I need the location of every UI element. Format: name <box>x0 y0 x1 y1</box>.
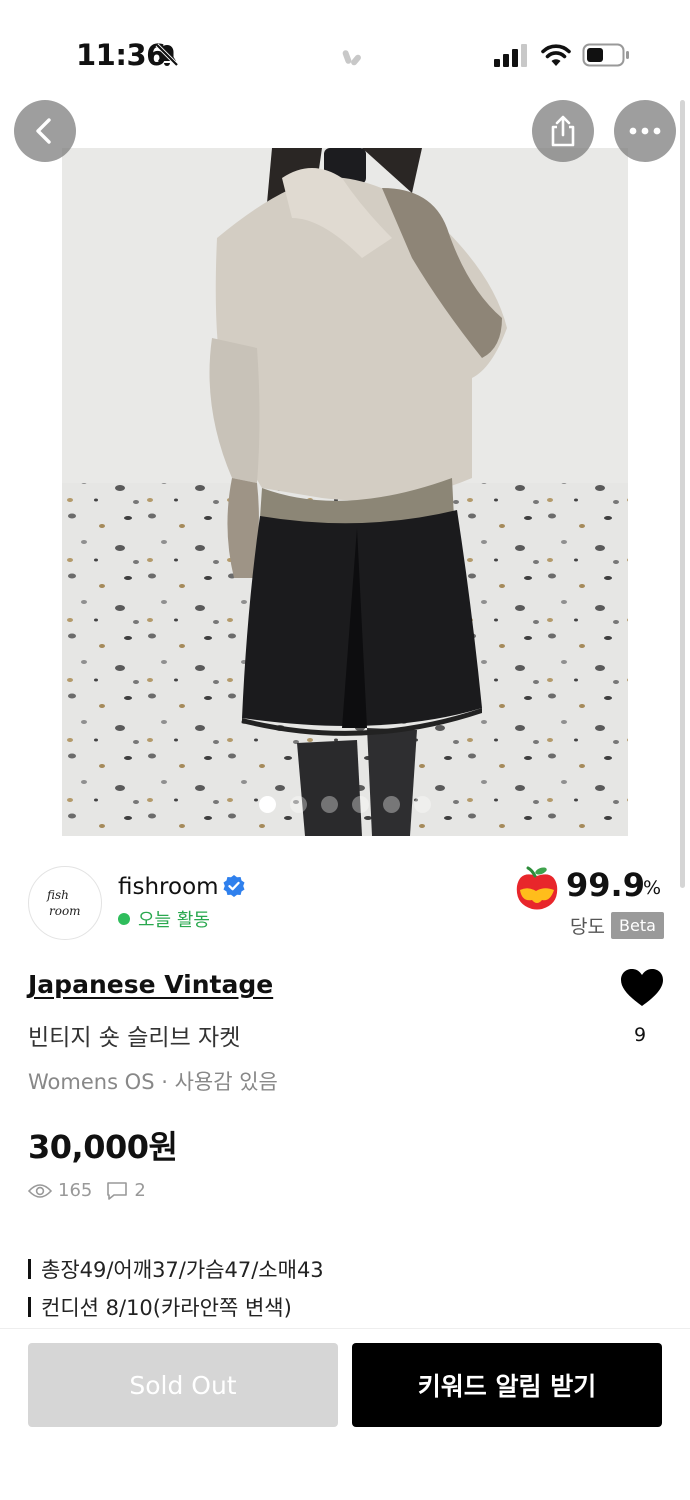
like-count: 9 <box>634 1024 647 1046</box>
gallery-pagination <box>259 796 431 813</box>
seller-avatar[interactable]: fish room <box>28 866 102 940</box>
comment-count: 2 <box>134 1180 146 1201</box>
svg-text:room: room <box>49 904 81 918</box>
status-time: 11:36 <box>76 38 166 72</box>
product-description: 총장49/어깨37/가슴47/소매43 컨디션 8/10(카라안쪽 변색) <box>28 1250 324 1326</box>
comment-icon <box>107 1181 128 1200</box>
sweetness-fruit-icon <box>516 866 558 910</box>
app-indicator-icon <box>342 50 361 66</box>
page-dot[interactable] <box>383 796 400 813</box>
back-button[interactable] <box>14 100 76 162</box>
bullet-bar <box>28 1259 31 1279</box>
bullet-bar <box>28 1297 31 1317</box>
chevron-left-icon <box>36 118 51 144</box>
sweetness-label: 당도 <box>570 916 605 938</box>
sold-out-button[interactable]: Sold Out <box>28 1343 338 1427</box>
online-status-dot <box>118 913 130 925</box>
page-dot[interactable] <box>414 796 431 813</box>
share-button[interactable] <box>532 100 594 162</box>
beta-badge: Beta <box>611 912 664 939</box>
view-count: 165 <box>58 1180 93 1201</box>
more-options-button[interactable] <box>614 100 676 162</box>
keyword-alert-button[interactable]: 키워드 알림 받기 <box>352 1343 662 1427</box>
description-line: 컨디션 8/10(카라안쪽 변색) <box>28 1288 324 1326</box>
share-icon <box>551 115 575 147</box>
page-dot[interactable] <box>321 796 338 813</box>
product-meta: Womens OS · 사용감 있음 <box>28 1070 278 1094</box>
wifi-icon <box>541 44 571 66</box>
more-horizontal-icon <box>629 127 661 135</box>
product-price: 30,000원 <box>28 1128 178 1166</box>
scrollbar[interactable] <box>680 100 685 888</box>
seller-logo: fish room <box>46 888 81 918</box>
sweetness-unit: % <box>643 877 662 899</box>
page-dot[interactable] <box>290 796 307 813</box>
brand-link[interactable]: Japanese Vintage <box>28 970 273 999</box>
cellular-signal-icon <box>494 44 527 67</box>
seller-activity: 오늘 활동 <box>118 906 210 932</box>
product-photo[interactable] <box>62 148 628 836</box>
page-dot[interactable] <box>259 796 276 813</box>
activity-label: 오늘 활동 <box>138 910 210 931</box>
product-title: 빈티지 숏 슬리브 자켓 <box>28 1025 241 1051</box>
page-dot[interactable] <box>352 796 369 813</box>
battery-icon <box>582 43 629 67</box>
product-stats: 165 2 <box>28 1180 146 1201</box>
description-line: 총장49/어깨37/가슴47/소매43 <box>28 1250 324 1288</box>
sweetness-score: 99.9 <box>566 866 645 904</box>
verified-badge-icon <box>223 875 245 897</box>
bell-muted-icon <box>155 43 179 67</box>
status-bar: 11:36 <box>0 0 690 100</box>
svg-text:fish: fish <box>46 888 69 902</box>
heart-icon[interactable] <box>620 968 664 1008</box>
seller-name[interactable]: fishroom <box>118 874 219 900</box>
eye-icon <box>28 1183 52 1198</box>
